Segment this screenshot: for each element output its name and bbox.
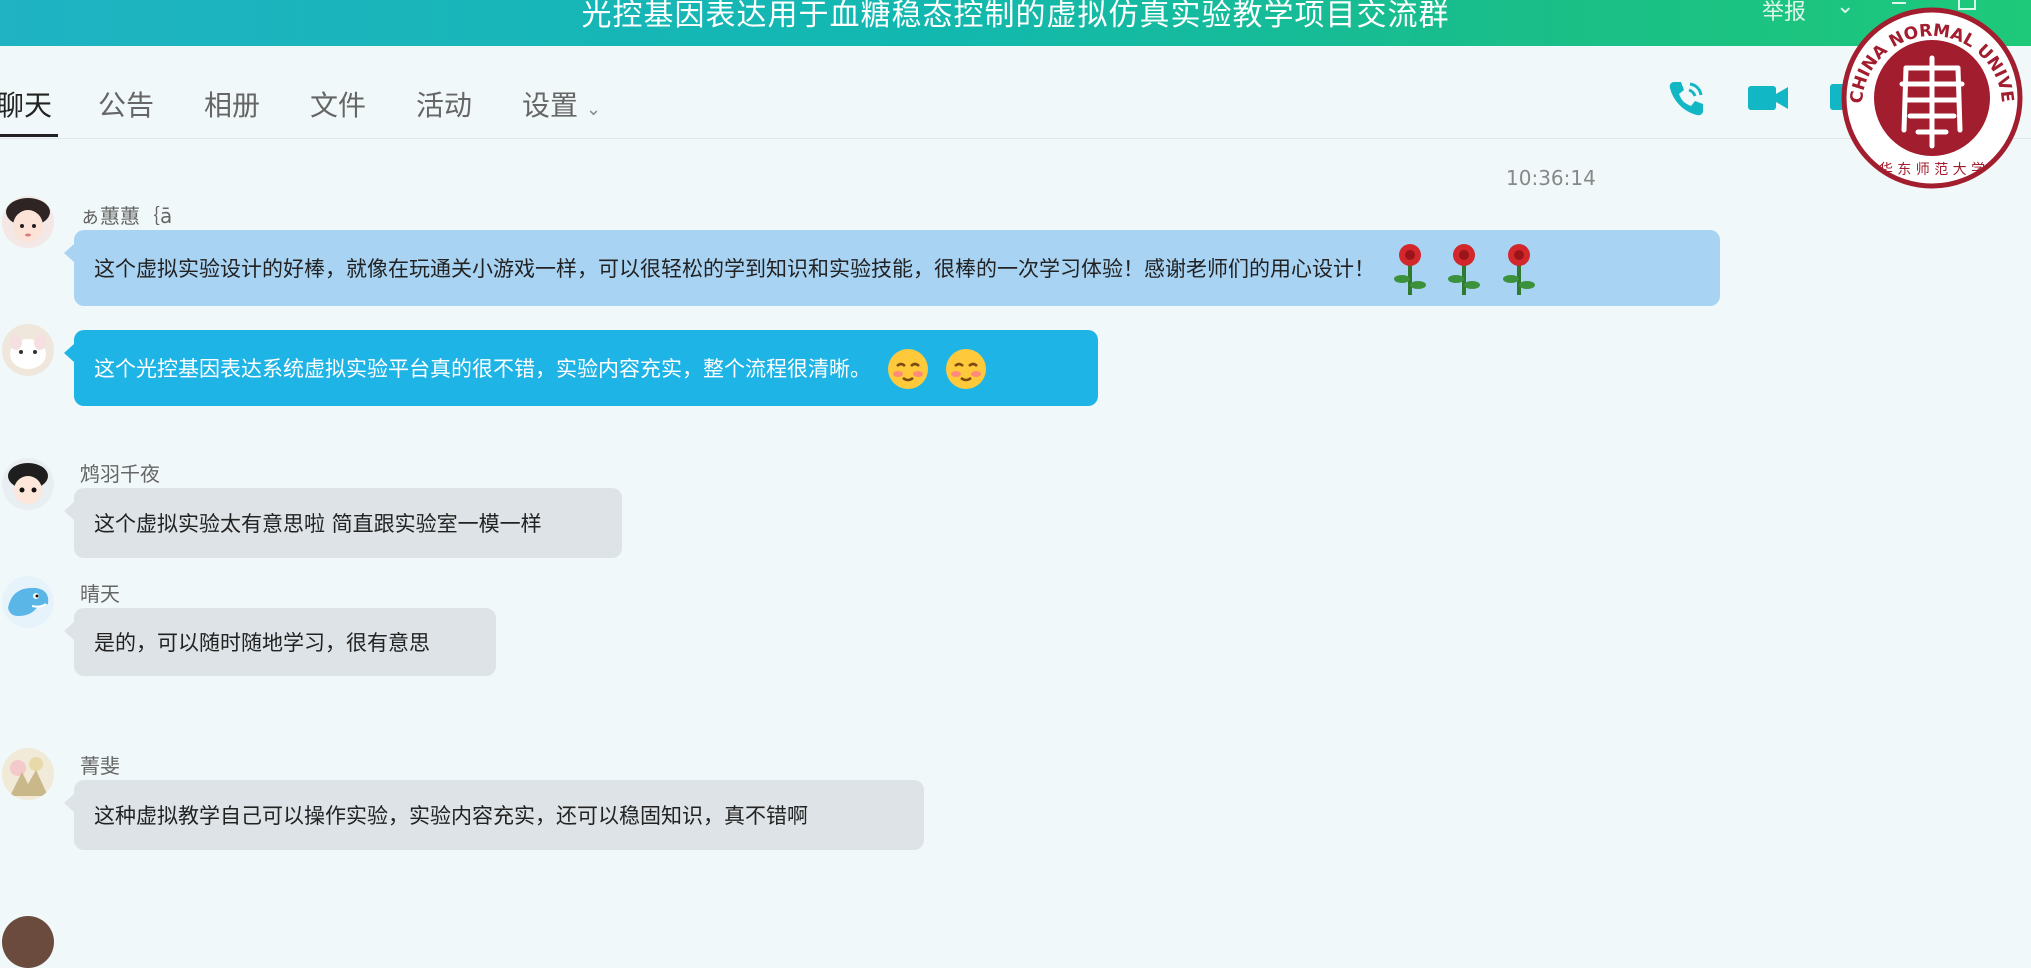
active-tab-indicator [0, 134, 58, 137]
tab-chat[interactable]: 聊天 [0, 84, 52, 124]
avatar[interactable] [2, 916, 54, 968]
avatar[interactable] [2, 576, 54, 628]
sender-name: 鸩羽千夜 [80, 462, 160, 486]
minimize-button[interactable] [1892, 2, 1906, 4]
message-bubble[interactable]: 是的，可以随时随地学习，很有意思 [64, 608, 496, 676]
message-bubble[interactable]: 这个虚拟实验太有意思啦 简直跟实验室一模一样 [64, 488, 622, 558]
phone-icon[interactable] [1664, 76, 1708, 120]
tab-label: 活动 [416, 89, 473, 122]
rose-icon [1503, 244, 1536, 295]
title-bar: 光控基因表达用于血糖稳态控制的虚拟仿真实验教学项目交流群 举报 ⌄ [0, 0, 2031, 46]
tab-bar: 聊天 公告 相册 文件 活动 设置 ⌄ [0, 46, 2031, 139]
avatar[interactable] [2, 748, 54, 800]
report-link[interactable]: 举报 [1762, 0, 1806, 26]
university-logo: EAST CHINA NORMAL UNIVERSITY 华 东 师 范 大 学 [1840, 6, 2023, 189]
tab-label: 公告 [98, 89, 155, 122]
sender-name: ぁ蕙蕙｛ā [80, 204, 173, 228]
message-bubble[interactable]: 这个虚拟实验设计的好棒，就像在玩通关小游戏一样，可以很轻松的学到知识和实验技能，… [64, 230, 1720, 306]
tab-activity[interactable]: 活动 [416, 84, 472, 124]
message-text: 这个光控基因表达系统虚拟实验平台真的很不错，实验内容充实，整个流程很清晰。 [94, 357, 871, 381]
tab-files[interactable]: 文件 [310, 84, 366, 124]
rose-icon [1448, 244, 1481, 295]
window-title: 光控基因表达用于血糖稳态控制的虚拟仿真实验教学项目交流群 [581, 0, 1450, 33]
avatar[interactable] [2, 324, 54, 376]
svg-text:华 东 师 范 大 学: 华 东 师 范 大 学 [1879, 161, 1985, 178]
message-text: 是的，可以随时随地学习，很有意思 [94, 631, 430, 655]
message-bubble[interactable]: 这种虚拟教学自己可以操作实验，实验内容充实，还可以稳固知识，真不错啊 [64, 780, 924, 850]
message-bubble[interactable]: 这个光控基因表达系统虚拟实验平台真的很不错，实验内容充实，整个流程很清晰。 [64, 330, 1098, 406]
chevron-down-icon: ⌄ [586, 99, 602, 120]
message-text: 这个虚拟实验太有意思啦 简直跟实验室一模一样 [94, 512, 542, 536]
message-text: 这个虚拟实验设计的好棒，就像在玩通关小游戏一样，可以很轻松的学到知识和实验技能，… [94, 257, 1375, 281]
sender-name: 晴天 [80, 582, 120, 606]
tab-label: 设置 [522, 89, 579, 122]
tab-album[interactable]: 相册 [204, 84, 260, 124]
tab-label: 聊天 [0, 89, 53, 122]
avatar[interactable] [2, 196, 54, 248]
message-text: 这种虚拟教学自己可以操作实验，实验内容充实，还可以稳固知识，真不错啊 [94, 804, 808, 828]
tab-settings[interactable]: 设置 ⌄ [522, 84, 601, 124]
tab-label: 相册 [204, 89, 261, 122]
sender-name: 菁斐 [80, 754, 120, 778]
tab-announcement[interactable]: 公告 [98, 84, 154, 124]
message-timestamp: 10:36:14 [1506, 166, 1596, 190]
shy-face-icon [946, 349, 987, 389]
video-call-icon[interactable] [1746, 76, 1790, 120]
tab-label: 文件 [310, 89, 367, 122]
avatar[interactable] [2, 458, 54, 510]
shy-face-icon [887, 349, 928, 389]
rose-icon [1393, 244, 1426, 295]
